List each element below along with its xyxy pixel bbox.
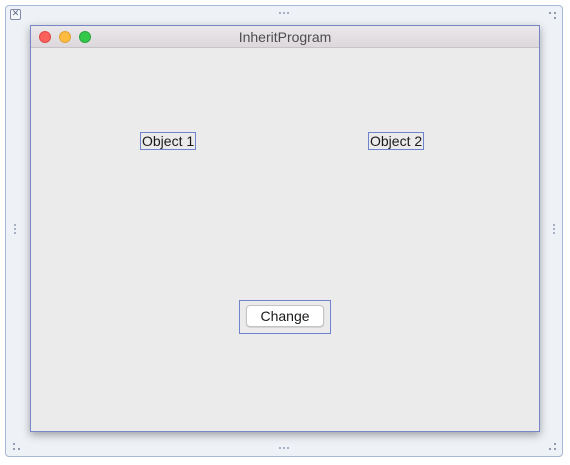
window-title: InheritProgram bbox=[238, 29, 332, 45]
app-window: InheritProgram Object 1 Object 2 Change bbox=[30, 25, 540, 432]
left-resize-handle[interactable] bbox=[14, 224, 16, 234]
bottom-right-resize-handle[interactable] bbox=[549, 443, 557, 451]
top-right-resize-handle[interactable] bbox=[549, 12, 557, 20]
change-button-selection-frame: Change bbox=[239, 300, 331, 334]
object-2-label[interactable]: Object 2 bbox=[368, 132, 425, 150]
window-content-view: Object 1 Object 2 Change bbox=[31, 48, 539, 431]
object-1-label[interactable]: Object 1 bbox=[140, 132, 197, 150]
bottom-left-resize-handle[interactable] bbox=[13, 443, 21, 451]
change-button[interactable]: Change bbox=[246, 305, 324, 327]
top-resize-handle[interactable] bbox=[279, 12, 289, 14]
bottom-resize-handle[interactable] bbox=[279, 447, 289, 449]
window-titlebar[interactable]: InheritProgram bbox=[31, 26, 539, 48]
close-canvas-icon[interactable]: ✕ bbox=[10, 9, 21, 20]
right-resize-handle[interactable] bbox=[553, 224, 555, 234]
